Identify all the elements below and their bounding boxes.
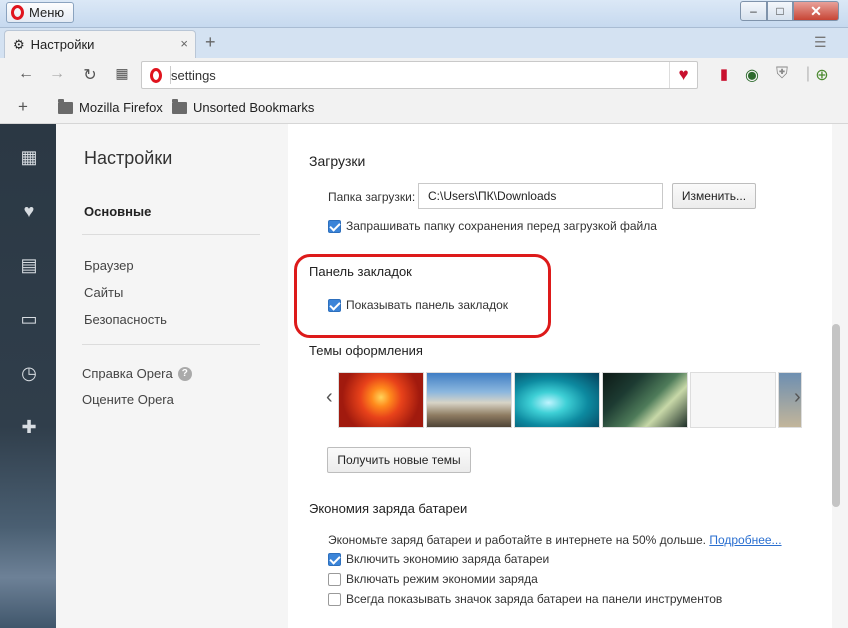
get-themes-button[interactable]: Получить новые темы xyxy=(327,447,471,473)
download-icon[interactable]: ⊕ xyxy=(812,65,832,85)
themes-heading: Темы оформления xyxy=(309,343,423,358)
checkbox-unchecked-icon[interactable] xyxy=(328,572,341,586)
add-bookmark-button[interactable]: + xyxy=(18,97,28,117)
opera-menu-button[interactable]: Меню xyxy=(6,2,74,23)
help-label: Справка Opera xyxy=(82,366,173,381)
checkbox-checked-icon[interactable] xyxy=(328,552,341,566)
settings-title: Настройки xyxy=(84,148,173,168)
battery-option-label: Включить экономию заряда батареи xyxy=(346,552,550,566)
nav-item-browser[interactable]: Браузер xyxy=(84,258,134,273)
menu-label: Меню xyxy=(29,5,65,20)
history-clock-icon[interactable]: ◷ xyxy=(18,362,40,384)
checkbox-checked-icon[interactable] xyxy=(328,298,341,312)
address-input[interactable]: settings xyxy=(171,68,216,83)
nav-item-sites[interactable]: Сайты xyxy=(84,285,123,300)
maximize-button[interactable]: □ xyxy=(767,1,793,21)
new-tab-button[interactable]: + xyxy=(205,32,216,53)
nav-divider xyxy=(82,344,260,345)
folder-icon xyxy=(172,98,187,114)
downloads-heading: Загрузки xyxy=(309,153,366,169)
minimize-button[interactable]: – xyxy=(740,1,767,21)
address-separator xyxy=(170,66,171,84)
download-folder-field[interactable]: C:\Users\ПК\Downloads xyxy=(418,183,663,209)
opera-sidebar: ▦ ♥ ▤ ▭ ◷ ✚ xyxy=(0,124,56,628)
bookmarks-extension-icon[interactable]: ▮ xyxy=(714,65,734,83)
forward-arrow-icon[interactable]: → xyxy=(47,65,67,83)
battery-option-label: Включать режим экономии заряда xyxy=(346,572,538,586)
question-mark-icon: ? xyxy=(177,366,192,381)
battery-description: Экономьте заряд батареи и работайте в ин… xyxy=(328,533,782,547)
theme-thumbnail[interactable] xyxy=(338,372,424,428)
scrollbar-thumb[interactable] xyxy=(832,324,840,507)
battery-heading: Экономия заряда батареи xyxy=(309,501,468,516)
bookmarks-panel-heading: Панель закладок xyxy=(309,264,412,279)
tab-settings[interactable]: ⚙ Настройки × xyxy=(4,30,196,58)
gear-icon: ⚙ xyxy=(13,36,25,52)
folder-icon xyxy=(58,98,73,114)
shield-adblock-icon[interactable]: ⛨ xyxy=(772,65,792,83)
heart-bookmarks-icon[interactable]: ♥ xyxy=(18,200,40,222)
battery-auto-mode-checkbox[interactable]: Включать режим экономии заряда xyxy=(328,572,538,586)
back-arrow-icon[interactable]: ← xyxy=(16,65,36,83)
bookmark-label: Unsorted Bookmarks xyxy=(193,100,315,115)
chevron-right-icon[interactable]: › xyxy=(794,386,801,409)
checkbox-unchecked-icon[interactable] xyxy=(328,592,341,606)
ask-folder-label: Запрашивать папку сохранения перед загру… xyxy=(346,219,657,233)
tabs-devices-icon[interactable]: ▭ xyxy=(18,308,40,330)
speed-dial-grid-icon[interactable]: ▦ xyxy=(112,65,132,82)
change-folder-button[interactable]: Изменить... xyxy=(672,183,756,209)
globe-extension-icon[interactable]: ◉ xyxy=(742,65,762,85)
themes-carousel: ‹ › xyxy=(326,372,806,428)
reload-icon[interactable]: ↻ xyxy=(80,65,100,85)
nav-rate-opera[interactable]: Оцените Opera xyxy=(82,392,174,407)
bookmark-label: Mozilla Firefox xyxy=(79,100,163,115)
theme-thumbnail[interactable] xyxy=(426,372,512,428)
close-window-button[interactable]: ✕ xyxy=(793,1,839,21)
theme-thumbnail[interactable] xyxy=(602,372,688,428)
bookmark-folder-unsorted[interactable]: Unsorted Bookmarks xyxy=(172,98,315,115)
chevron-left-icon[interactable]: ‹ xyxy=(326,386,333,409)
show-bookmarks-bar-checkbox[interactable]: Показывать панель закладок xyxy=(328,298,508,312)
theme-thumbnail[interactable] xyxy=(514,372,600,428)
nav-help-opera[interactable]: Справка Opera ? xyxy=(82,366,192,381)
close-tab-icon[interactable]: × xyxy=(180,36,188,51)
bookmarks-bar: + Mozilla Firefox Unsorted Bookmarks xyxy=(0,92,848,124)
news-icon[interactable]: ▤ xyxy=(18,254,40,276)
settings-nav: Настройки Основные Браузер Сайты Безопас… xyxy=(56,124,288,628)
navigation-toolbar: ← → ↻ ▦ settings ♥ ▮ ◉ ⛨ | ⊕ xyxy=(0,58,848,92)
extensions-puzzle-icon[interactable]: ✚ xyxy=(18,416,40,438)
battery-option-label: Всегда показывать значок заряда батареи … xyxy=(346,592,723,606)
battery-description-text: Экономьте заряд батареи и работайте в ин… xyxy=(328,533,706,547)
address-bar[interactable]: settings ♥ xyxy=(141,61,698,89)
ask-folder-checkbox[interactable]: Запрашивать папку сохранения перед загру… xyxy=(328,219,657,233)
nav-item-security[interactable]: Безопасность xyxy=(84,312,167,327)
speed-dial-grid-icon[interactable]: ▦ xyxy=(18,146,40,168)
show-bookmarks-bar-label: Показывать панель закладок xyxy=(346,298,509,312)
download-folder-label: Папка загрузки: xyxy=(328,190,416,204)
opera-logo-icon xyxy=(11,5,24,20)
rate-label: Оцените Opera xyxy=(82,392,174,407)
nav-item-basic[interactable]: Основные xyxy=(84,204,151,219)
tab-label: Настройки xyxy=(30,37,95,52)
tab-bar: ⚙ Настройки × + ☰ xyxy=(0,28,848,58)
title-bar: Меню – □ ✕ xyxy=(0,0,848,28)
bookmark-folder-mozilla-firefox[interactable]: Mozilla Firefox xyxy=(58,98,163,115)
nav-divider xyxy=(82,234,260,235)
tab-menu-icon[interactable]: ☰ xyxy=(814,34,827,51)
bookmark-heart-icon[interactable]: ♥ xyxy=(669,62,697,88)
settings-content: Загрузки Папка загрузки: C:\Users\ПК\Dow… xyxy=(288,124,848,628)
battery-icon-checkbox[interactable]: Всегда показывать значок заряда батареи … xyxy=(328,592,722,606)
theme-thumbnail[interactable] xyxy=(690,372,776,428)
battery-saver-checkbox[interactable]: Включить экономию заряда батареи xyxy=(328,552,549,566)
battery-more-link[interactable]: Подробнее... xyxy=(709,533,781,547)
checkbox-checked-icon[interactable] xyxy=(328,219,341,233)
opera-page-icon xyxy=(150,67,162,83)
